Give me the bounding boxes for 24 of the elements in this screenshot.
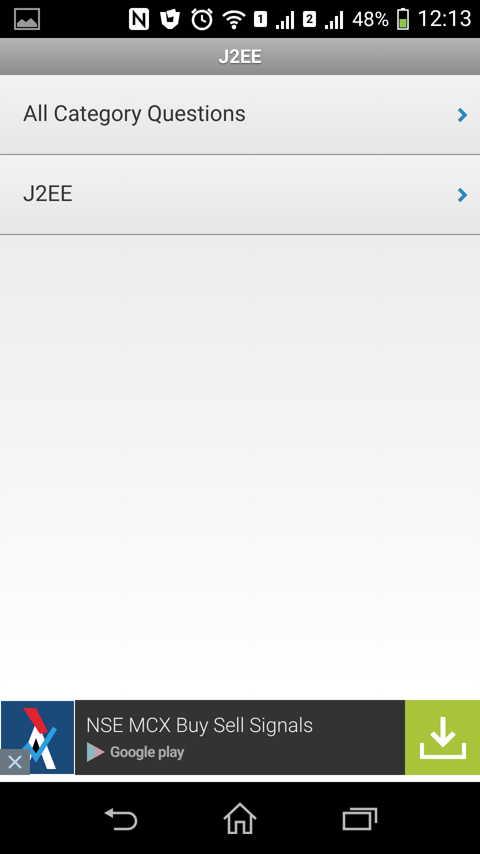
battery-percent: 48%: [352, 7, 390, 31]
list-item[interactable]: All Category Questions: [0, 75, 480, 155]
sim-badge: 2: [303, 11, 316, 27]
chevron-right-icon: [457, 186, 468, 202]
alarm-icon: [190, 7, 214, 31]
chevron-right-icon: [457, 106, 468, 122]
wifi-icon: [222, 8, 246, 30]
nfc-icon: [128, 7, 150, 31]
sim-badge: 1: [254, 11, 268, 27]
ad-headline[interactable]: NSE MCX Buy Sell Signals: [86, 712, 405, 736]
home-icon: [222, 802, 258, 834]
page-title: J2EE: [218, 45, 262, 68]
back-icon: [102, 805, 138, 831]
clock-time: 12:13: [417, 6, 472, 32]
signal-icon: [275, 9, 296, 29]
store-name: Google play: [110, 742, 184, 760]
recent-apps-icon: [342, 805, 378, 831]
gallery-icon: [14, 8, 40, 30]
list-item[interactable]: J2EE: [0, 155, 480, 235]
battery-icon: [397, 8, 410, 30]
play-store-icon: [86, 740, 106, 762]
close-button[interactable]: [0, 749, 30, 775]
signal-icon: [324, 9, 344, 29]
close-icon: [8, 755, 22, 769]
